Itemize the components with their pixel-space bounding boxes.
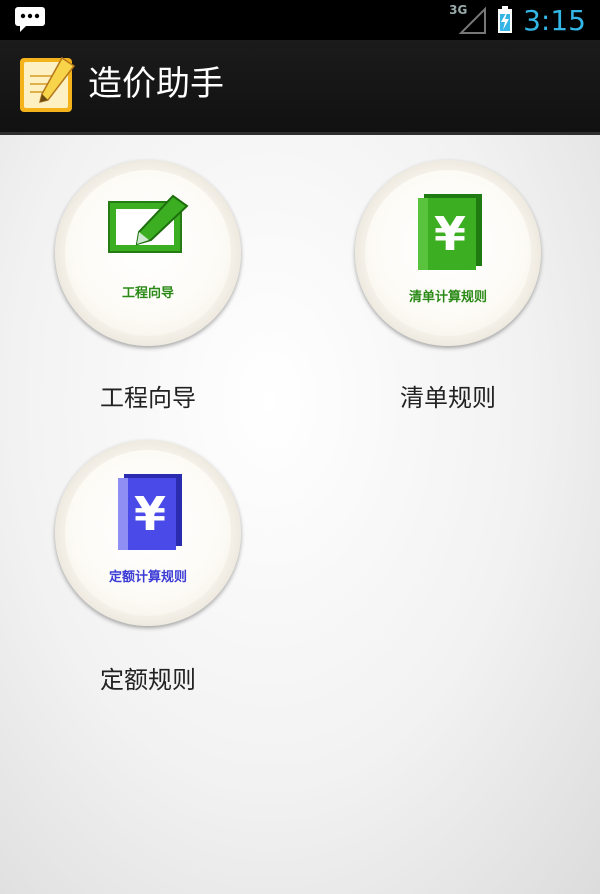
tile-label: 清单规则 xyxy=(400,384,496,412)
app-title: 造价助手 xyxy=(88,64,224,104)
tile-circle: ¥ 清单计算规则 xyxy=(355,160,541,346)
tile-badge-text: 工程向导 xyxy=(121,286,174,301)
yuan-book-green-icon: ¥ xyxy=(418,194,482,270)
tile-label: 工程向导 xyxy=(100,384,196,412)
edit-pencil-icon xyxy=(108,194,189,253)
tile-label: 定额规则 xyxy=(100,666,196,694)
status-bar: 3G 3:15 xyxy=(0,0,600,40)
yuan-book-blue-icon: ¥ xyxy=(118,474,182,550)
notepad-app-icon[interactable] xyxy=(18,54,78,116)
action-bar: 造价助手 xyxy=(0,40,600,135)
signal-icon: 3G xyxy=(449,3,487,35)
main-grid: 工程向导 工程向导 ¥ 清单计算规则 清单规则 ¥ 定额计算规则 定额规则 xyxy=(0,135,600,894)
status-clock: 3:15 xyxy=(523,3,586,37)
message-icon xyxy=(14,6,48,32)
tile-circle: ¥ 定额计算规则 xyxy=(55,440,241,626)
tile-project-wizard[interactable]: 工程向导 工程向导 xyxy=(50,160,250,420)
svg-text:¥: ¥ xyxy=(434,207,466,261)
battery-charging-icon xyxy=(497,6,513,34)
tile-quota-rules[interactable]: ¥ 定额计算规则 定额规则 xyxy=(50,440,250,700)
svg-text:¥: ¥ xyxy=(134,487,166,541)
tile-bill-rules[interactable]: ¥ 清单计算规则 清单规则 xyxy=(350,160,550,420)
tile-circle: 工程向导 xyxy=(55,160,241,346)
tile-badge-text: 定额计算规则 xyxy=(108,570,187,585)
tile-badge-text: 清单计算规则 xyxy=(408,290,487,305)
